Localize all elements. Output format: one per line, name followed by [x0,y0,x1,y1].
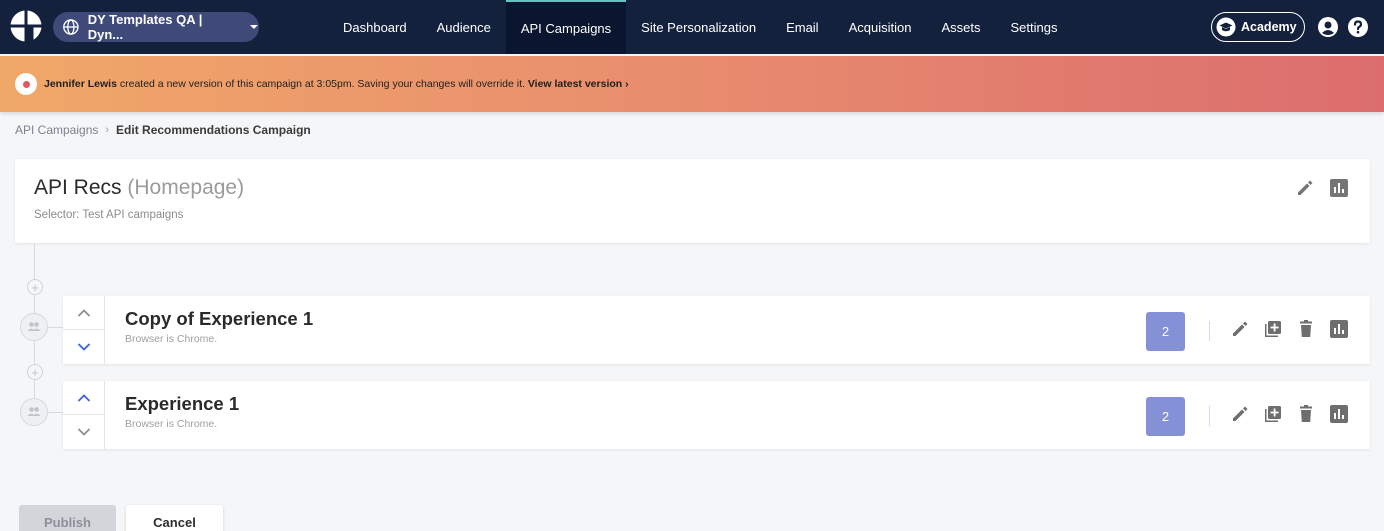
dy-logo-icon[interactable] [10,10,42,42]
breadcrumb-separator-icon: › [105,124,110,136]
chevron-right-icon: › [625,78,629,90]
audience-people-icon [27,407,41,416]
banner-text: created a new version of this campaign a… [116,78,528,90]
audience-node [20,313,48,341]
nav-audience[interactable]: Audience [422,0,506,54]
audience-node [20,398,48,426]
experience-condition: Browser is Chrome. [125,333,218,345]
top-navigation: DY Templates QA | Dyn... Dashboard Audie… [0,0,1384,54]
reorder-controls [63,296,105,364]
help-icon[interactable] [1348,17,1368,37]
variation-count-badge[interactable]: 2 [1146,397,1185,436]
add-experience-plus-icon[interactable]: + [27,364,43,380]
campaign-title: API Recs (Homepage) [34,176,244,200]
reorder-controls [63,381,105,449]
edit-pencil-icon[interactable] [1230,404,1250,424]
move-down-button[interactable] [63,415,105,449]
site-selector[interactable]: DY Templates QA | Dyn... [53,12,259,42]
campaign-placement: (Homepage) [127,176,245,199]
main-nav: Dashboard Audience API Campaigns Site Pe… [328,0,1072,54]
publish-button[interactable]: Publish [19,505,116,531]
report-chart-icon[interactable] [1329,319,1349,339]
timeline-connector [48,327,63,328]
breadcrumb: API Campaigns › Edit Recommendations Cam… [15,123,311,137]
chevron-down-icon [77,343,91,351]
nav-assets[interactable]: Assets [926,0,995,54]
experience-card[interactable]: Experience 1 Browser is Chrome. 2 [63,381,1370,449]
chevron-up-icon [77,308,91,317]
breadcrumb-current: Edit Recommendations Campaign [116,123,311,137]
site-selector-label: DY Templates QA | Dyn... [87,12,203,42]
nav-api-campaigns[interactable]: API Campaigns [505,0,627,54]
campaign-name: API Recs [34,176,122,199]
chevron-up-icon [77,393,91,402]
conflict-banner: Jennifer Lewis created a new version of … [0,56,1384,112]
timeline-connector [48,412,63,413]
graduation-cap-icon [1216,17,1236,37]
globe-icon [63,19,79,35]
cancel-button[interactable]: Cancel [126,505,223,531]
divider [1209,406,1210,426]
academy-button[interactable]: Academy [1211,12,1305,42]
add-experience-plus-icon[interactable]: + [27,279,43,295]
experience-condition: Browser is Chrome. [125,418,218,430]
alert-dot-icon [15,73,37,95]
breadcrumb-api-campaigns[interactable]: API Campaigns [15,123,98,137]
nav-dashboard[interactable]: Dashboard [328,0,422,54]
trash-icon[interactable] [1296,319,1316,339]
audience-people-icon [27,322,41,331]
edit-pencil-icon[interactable] [1230,319,1250,339]
duplicate-icon[interactable] [1263,404,1283,424]
nav-acquisition[interactable]: Acquisition [834,0,927,54]
chevron-down-icon [77,428,91,436]
trash-icon[interactable] [1296,404,1316,424]
edit-pencil-icon[interactable] [1295,178,1315,198]
nav-email[interactable]: Email [771,0,834,54]
experience-card[interactable]: Copy of Experience 1 Browser is Chrome. … [63,296,1370,364]
variation-count-badge[interactable]: 2 [1146,312,1185,351]
experience-title: Copy of Experience 1 [125,308,314,329]
report-chart-icon[interactable] [1329,404,1349,424]
campaign-header-card: API Recs (Homepage) Selector: Test API c… [15,159,1370,243]
move-up-button[interactable] [63,381,105,415]
divider [1209,321,1210,341]
user-account-icon[interactable] [1318,17,1338,37]
caret-down-icon [250,25,259,29]
move-up-button[interactable] [63,296,105,330]
nav-settings[interactable]: Settings [995,0,1072,54]
nav-site-personalization[interactable]: Site Personalization [626,0,771,54]
duplicate-icon[interactable] [1263,319,1283,339]
banner-message: Jennifer Lewis created a new version of … [44,78,629,90]
view-latest-link[interactable]: View latest version › [528,78,629,90]
campaign-selector: Selector: Test API campaigns [34,209,184,221]
academy-label: Academy [1241,20,1297,34]
experience-title: Experience 1 [125,393,240,414]
banner-user: Jennifer Lewis [44,78,117,90]
report-chart-icon[interactable] [1329,178,1349,198]
move-down-button[interactable] [63,330,105,364]
